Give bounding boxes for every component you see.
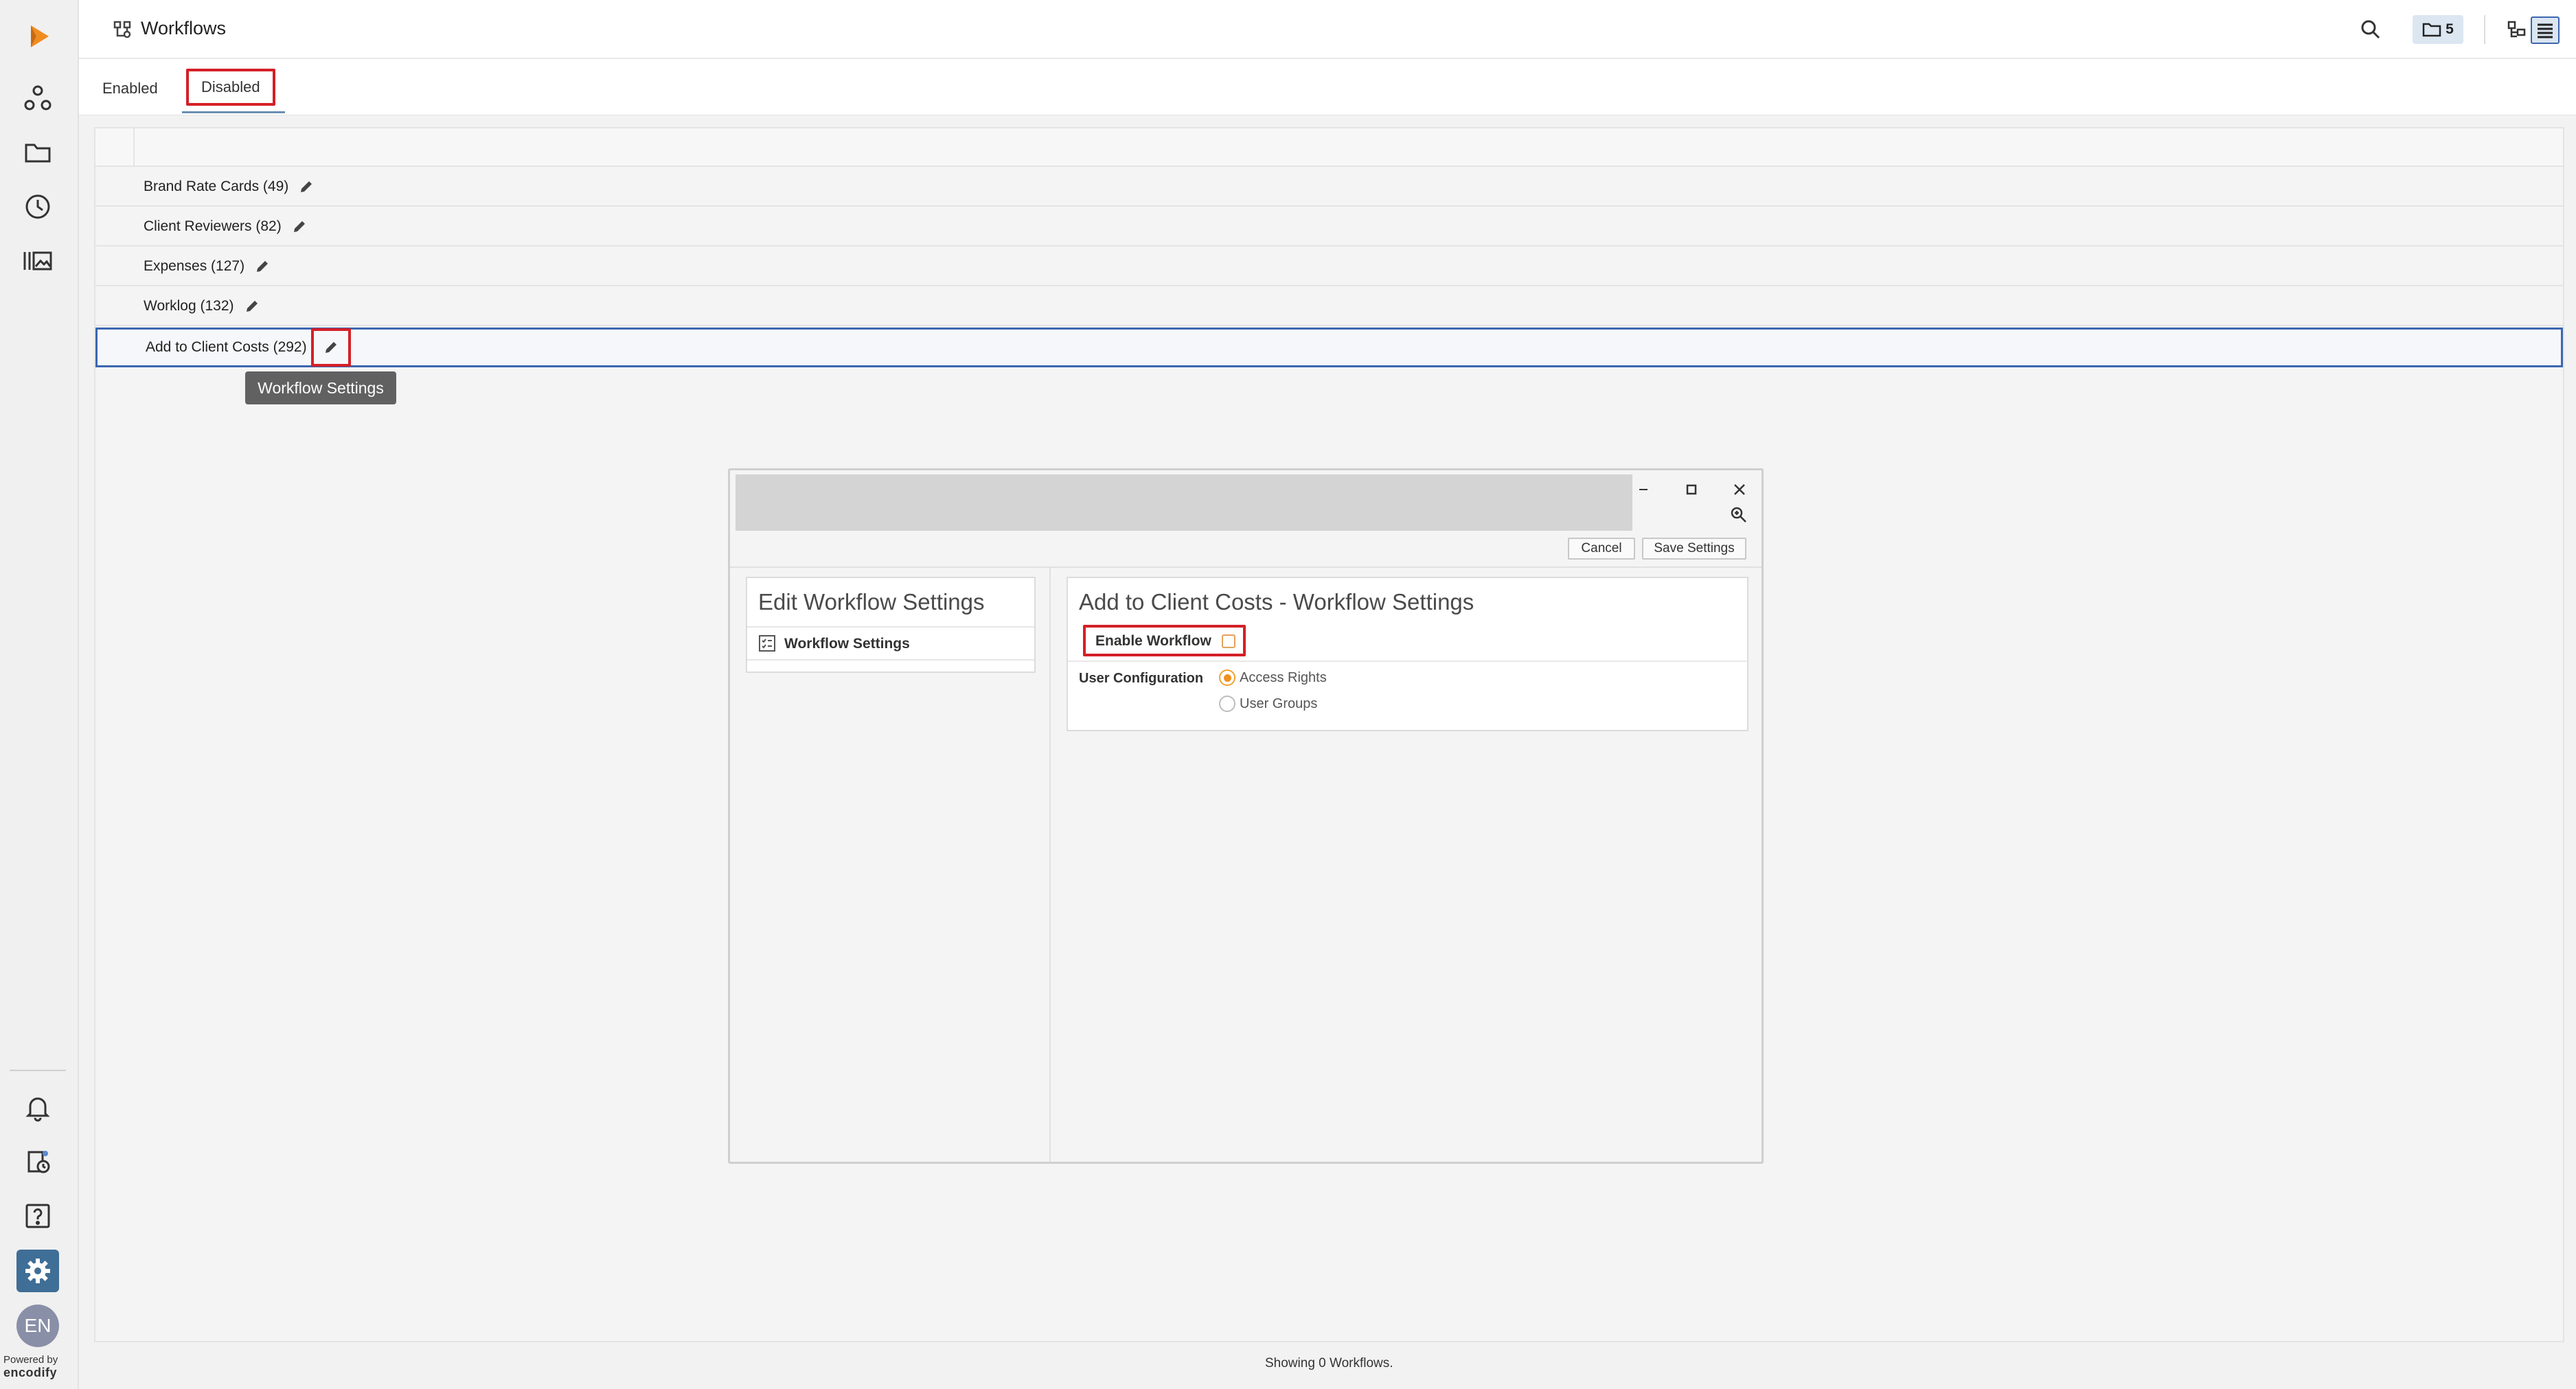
table-row-selected[interactable]: Add to Client Costs (292) <box>95 328 2563 367</box>
nav-item-workflow-settings[interactable]: Workflow Settings <box>747 626 1034 661</box>
edit-pencil-icon[interactable] <box>310 328 351 367</box>
table-row[interactable]: Expenses (127) <box>95 248 2563 286</box>
row-label: Brand Rate Cards (49) <box>144 179 289 194</box>
grid-header-separator <box>133 128 135 167</box>
library-icon[interactable] <box>16 240 59 282</box>
minimize-icon[interactable] <box>1630 476 1657 503</box>
folder-count-button[interactable]: 5 <box>2413 15 2463 44</box>
maximize-icon[interactable] <box>1678 476 1705 503</box>
enable-workflow-label: Enable Workflow <box>1095 633 1211 649</box>
grid-footer-status: Showing 0 Workflows. <box>1265 1356 1393 1370</box>
dialog-titlebar[interactable] <box>736 474 1632 531</box>
user-configuration-label: User Configuration <box>1079 671 1204 686</box>
panel-title: Add to Client Costs - Workflow Settings <box>1079 589 1474 615</box>
table-row[interactable]: Client Reviewers (82) <box>95 208 2563 246</box>
radio-user-groups[interactable] <box>1219 696 1235 712</box>
folder-small-icon <box>2422 23 2441 37</box>
edit-pencil-icon[interactable] <box>298 179 315 195</box>
zoom-icon[interactable] <box>1730 506 1751 527</box>
close-icon[interactable] <box>1726 476 1753 503</box>
option-user-groups[interactable]: User Groups <box>1219 696 1317 712</box>
panel-divider <box>1068 661 1747 662</box>
table-row[interactable]: Worklog (132) <box>95 288 2563 326</box>
table-row[interactable]: Brand Rate Cards (49) <box>95 168 2563 207</box>
cancel-button[interactable]: Cancel <box>1568 538 1635 560</box>
row-label: Client Reviewers (82) <box>144 218 282 234</box>
header: Workflows 5 <box>79 0 2576 59</box>
tab-bar: Enabled Disabled <box>79 59 2576 115</box>
enable-workflow-field: Enable Workflow <box>1083 625 1246 656</box>
option-access-rights[interactable]: Access Rights <box>1219 669 1327 686</box>
edit-pencil-icon[interactable] <box>244 298 260 314</box>
active-tab-underline <box>182 111 285 113</box>
sidebar-divider <box>10 1070 66 1071</box>
radio-label: User Groups <box>1240 696 1318 711</box>
panel-title: Edit Workflow Settings <box>758 589 985 615</box>
header-divider <box>2484 15 2485 44</box>
clock-icon[interactable] <box>16 185 59 228</box>
tab-disabled[interactable]: Disabled <box>186 69 275 106</box>
row-label: Add to Client Costs (292) <box>146 339 307 355</box>
edit-settings-panel: Edit Workflow Settings Workflow Settings <box>746 577 1036 673</box>
powered-by-text: Powered by <box>3 1354 58 1366</box>
list-view-icon[interactable] <box>2531 16 2560 44</box>
edit-pencil-icon[interactable] <box>291 218 308 235</box>
logo-icon[interactable] <box>16 15 59 58</box>
settings-gear-icon[interactable] <box>16 1250 59 1292</box>
bell-icon[interactable] <box>16 1086 59 1129</box>
edit-pencil-icon[interactable] <box>254 258 271 275</box>
settings-list-icon <box>758 634 777 654</box>
row-label: Worklog (132) <box>144 298 234 314</box>
row-label: Expenses (127) <box>144 258 245 274</box>
workflow-settings-dialog: Cancel Save Settings Edit Workflow Setti… <box>728 468 1764 1164</box>
enable-workflow-checkbox[interactable] <box>1222 634 1235 648</box>
workflow-nodes-icon[interactable] <box>16 77 59 119</box>
page-title: Workflows <box>141 18 227 38</box>
nav-item-label: Workflow Settings <box>784 636 910 652</box>
avatar[interactable]: EN <box>16 1305 59 1347</box>
grid-header <box>95 128 2563 167</box>
sidebar: EN Powered by encodify <box>0 0 79 1389</box>
radio-access-rights[interactable] <box>1219 669 1235 686</box>
tree-view-icon[interactable] <box>2503 16 2531 44</box>
radio-label: Access Rights <box>1240 669 1327 685</box>
folder-count: 5 <box>2446 21 2454 37</box>
help-icon[interactable] <box>16 1195 59 1237</box>
workflow-title-icon <box>112 19 133 40</box>
folder-icon[interactable] <box>16 131 59 174</box>
tooltip: Workflow Settings <box>245 371 396 404</box>
tab-enabled[interactable]: Enabled <box>90 73 170 104</box>
powered-by: Powered by encodify <box>3 1354 79 1380</box>
save-settings-button[interactable]: Save Settings <box>1642 538 1746 560</box>
search-icon[interactable] <box>2359 18 2382 41</box>
workflow-settings-panel: Add to Client Costs - Workflow Settings … <box>1067 577 1748 731</box>
clipboard-clock-icon[interactable] <box>16 1140 59 1183</box>
brand-name: encodify <box>3 1366 58 1379</box>
